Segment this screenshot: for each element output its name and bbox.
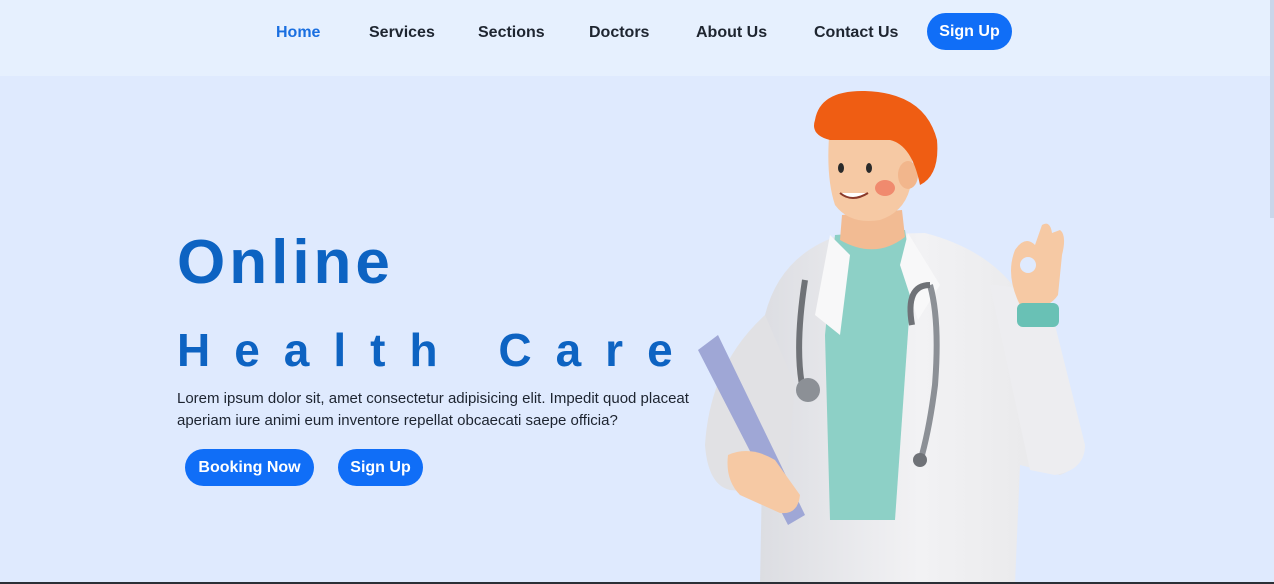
hero-description: Lorem ipsum dolor sit, amet consectetur … [177, 390, 689, 429]
hero-title-line1: Online [177, 228, 394, 297]
stethoscope-end [913, 453, 927, 467]
nav-home[interactable]: Home [276, 22, 320, 44]
nav-doctors[interactable]: Doctors [589, 22, 649, 44]
top-navbar: Home Services Sections Doctors About Us … [0, 0, 1274, 76]
hero-signup-button[interactable]: Sign Up [338, 449, 423, 486]
scrollbar[interactable] [1270, 0, 1274, 218]
hand-ok-gesture [1011, 223, 1065, 307]
nav-signup-button[interactable]: Sign Up [927, 13, 1012, 50]
eye-right [866, 163, 872, 173]
doctor-illustration [698, 90, 1085, 584]
booking-now-button[interactable]: Booking Now [185, 449, 314, 486]
nav-about-us[interactable]: About Us [696, 22, 767, 44]
cheek-blush [875, 180, 895, 196]
cuff-right [1017, 303, 1059, 327]
nav-contact-us[interactable]: Contact Us [814, 22, 898, 44]
hero-title-line2: Health Care [177, 324, 697, 376]
nav-sections[interactable]: Sections [478, 22, 545, 44]
eye-left [838, 163, 844, 173]
stethoscope-chest-piece [796, 378, 820, 402]
ok-gesture-hole [1020, 257, 1036, 273]
nav-services[interactable]: Services [369, 22, 435, 44]
